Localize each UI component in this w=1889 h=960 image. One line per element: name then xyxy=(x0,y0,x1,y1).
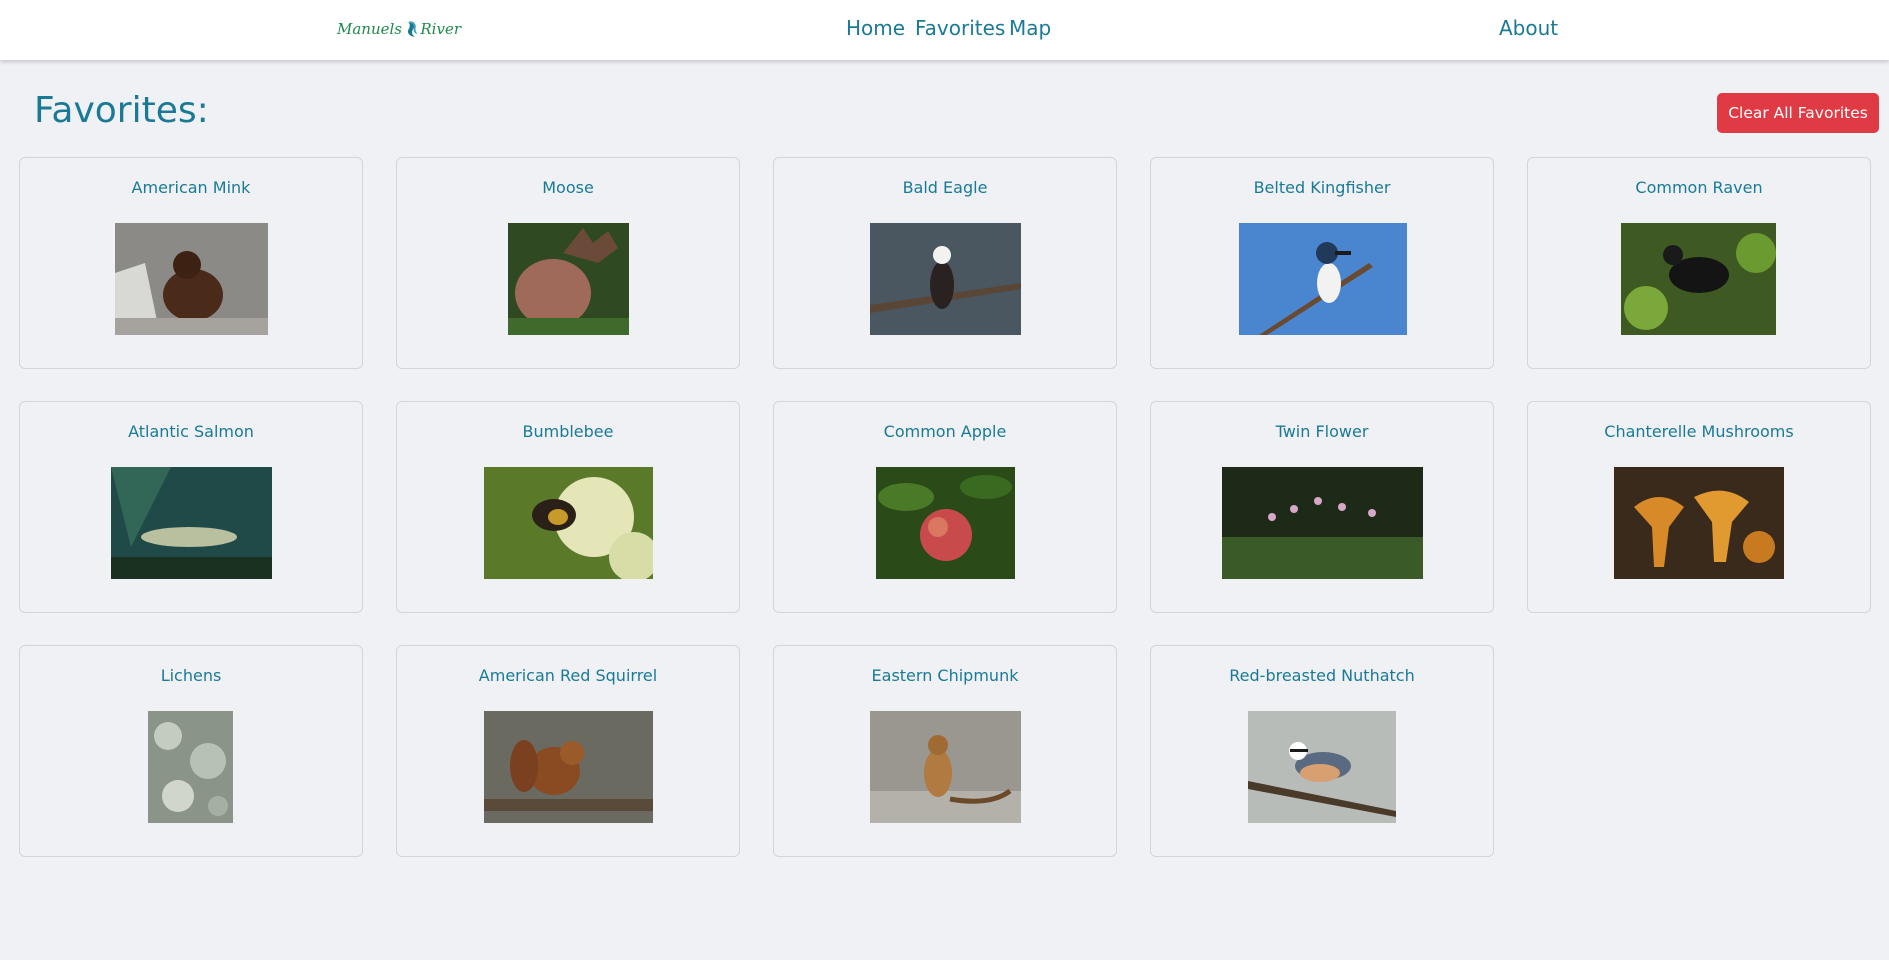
favorite-card[interactable]: Common Apple xyxy=(773,401,1117,613)
raven-photo[interactable] xyxy=(1621,223,1776,335)
mink-photo[interactable] xyxy=(115,223,268,335)
nav-favorites-link[interactable]: Favorites xyxy=(915,16,1005,40)
logo-text-right: River xyxy=(420,20,461,38)
favorite-title[interactable]: Lichens xyxy=(20,666,362,685)
favorite-title[interactable]: Belted Kingfisher xyxy=(1151,178,1493,197)
favorite-card[interactable]: Common Raven xyxy=(1527,157,1871,369)
manuels-river-logo[interactable]: Manuels River xyxy=(337,8,461,50)
favorite-card[interactable]: Eastern Chipmunk xyxy=(773,645,1117,857)
favorite-card[interactable]: Lichens xyxy=(19,645,363,857)
salmon-photo[interactable] xyxy=(111,467,272,579)
favorite-card[interactable]: Atlantic Salmon xyxy=(19,401,363,613)
favorite-title[interactable]: American Red Squirrel xyxy=(397,666,739,685)
favorite-title[interactable]: Common Apple xyxy=(774,422,1116,441)
favorite-title[interactable]: Red-breasted Nuthatch xyxy=(1151,666,1493,685)
chipmunk-photo[interactable] xyxy=(870,711,1021,823)
favorite-title[interactable]: Atlantic Salmon xyxy=(20,422,362,441)
favorite-card[interactable]: Belted Kingfisher xyxy=(1150,157,1494,369)
top-navbar: Manuels River Home Favorites Map About xyxy=(0,0,1889,60)
favorite-card[interactable]: Chanterelle Mushrooms xyxy=(1527,401,1871,613)
favorite-card[interactable]: Twin Flower xyxy=(1150,401,1494,613)
favorite-card[interactable]: Red-breasted Nuthatch xyxy=(1150,645,1494,857)
lichens-photo[interactable] xyxy=(148,711,233,823)
favorite-title[interactable]: Moose xyxy=(397,178,739,197)
nav-map-link[interactable]: Map xyxy=(1009,16,1051,40)
clear-all-favorites-button[interactable]: Clear All Favorites xyxy=(1717,93,1879,133)
twin-flower-photo[interactable] xyxy=(1222,467,1423,579)
favorite-title[interactable]: Chanterelle Mushrooms xyxy=(1528,422,1870,441)
bald-eagle-photo[interactable] xyxy=(870,223,1021,335)
nav-about-link[interactable]: About xyxy=(1499,16,1558,40)
bumblebee-photo[interactable] xyxy=(484,467,653,579)
nav-home-link[interactable]: Home xyxy=(846,16,905,40)
river-wave-icon xyxy=(405,21,418,37)
favorite-card[interactable]: American Red Squirrel xyxy=(396,645,740,857)
kingfisher-photo[interactable] xyxy=(1239,223,1407,335)
favorite-title[interactable]: Bumblebee xyxy=(397,422,739,441)
favorite-title[interactable]: Bald Eagle xyxy=(774,178,1116,197)
favorite-title[interactable]: American Mink xyxy=(20,178,362,197)
favorite-card[interactable]: American Mink xyxy=(19,157,363,369)
favorite-title[interactable]: Eastern Chipmunk xyxy=(774,666,1116,685)
moose-photo[interactable] xyxy=(508,223,629,335)
favorite-card[interactable]: Bald Eagle xyxy=(773,157,1117,369)
red-squirrel-photo[interactable] xyxy=(484,711,653,823)
favorite-card[interactable]: Bumblebee xyxy=(396,401,740,613)
favorite-title[interactable]: Twin Flower xyxy=(1151,422,1493,441)
logo-text-left: Manuels xyxy=(337,20,402,38)
nuthatch-photo[interactable] xyxy=(1248,711,1396,823)
page-title: Favorites: xyxy=(34,90,209,131)
favorite-title[interactable]: Common Raven xyxy=(1528,178,1870,197)
chanterelle-photo[interactable] xyxy=(1614,467,1784,579)
favorite-card[interactable]: Moose xyxy=(396,157,740,369)
apple-photo[interactable] xyxy=(876,467,1015,579)
